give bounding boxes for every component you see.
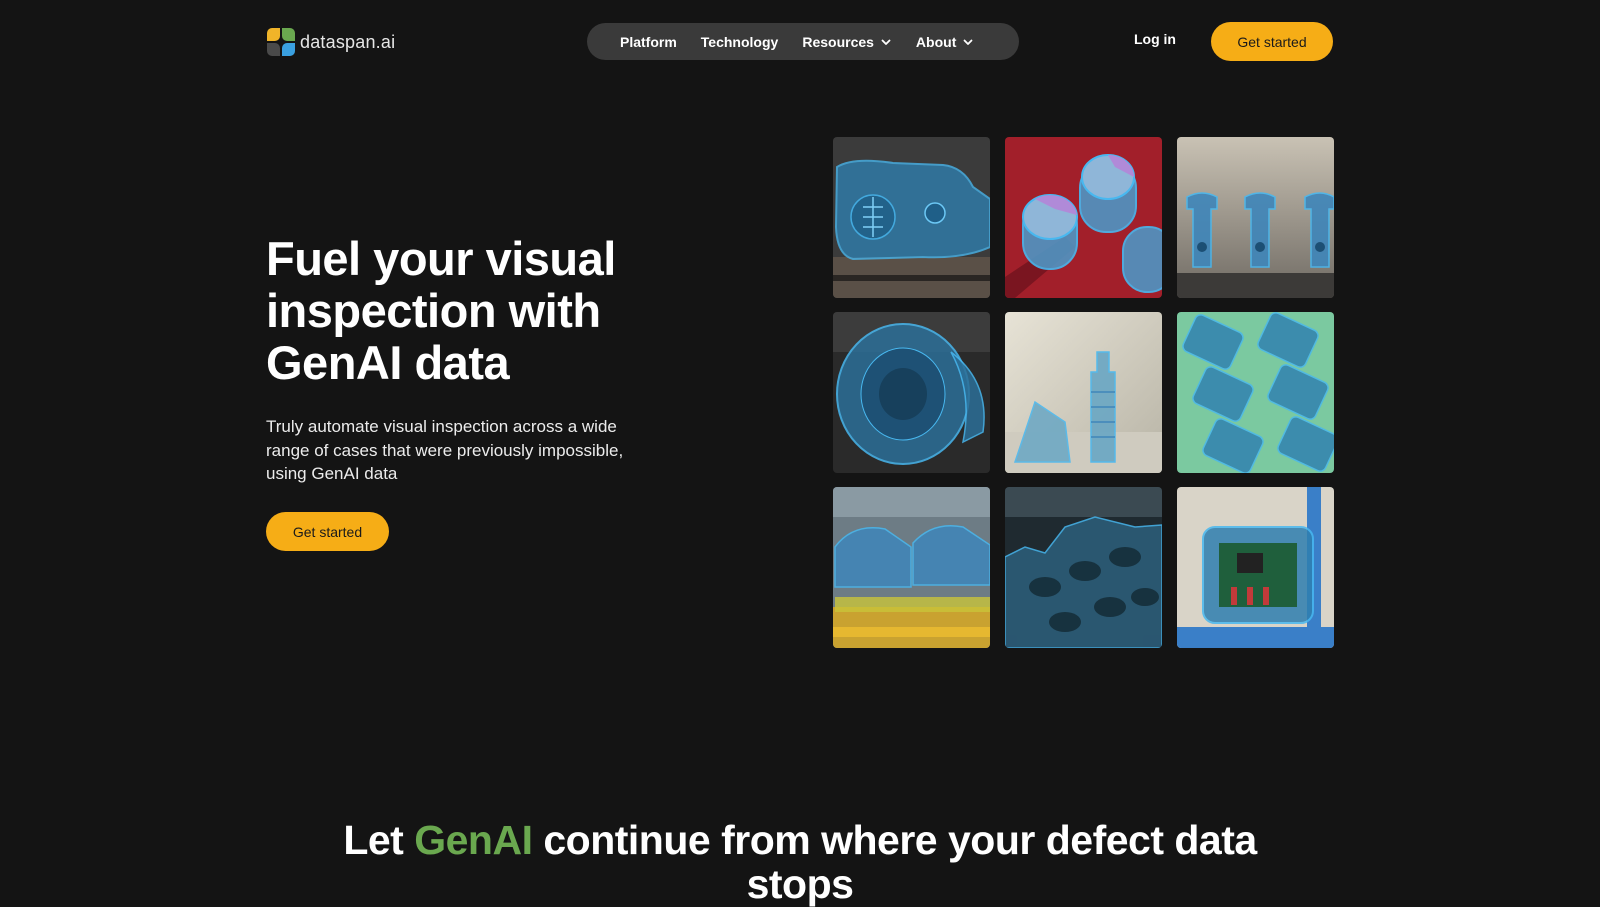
logo[interactable]: dataspan.ai — [266, 25, 395, 59]
hero-description: Truly automate visual inspection across … — [266, 417, 624, 483]
nav-item-label: Resources — [802, 33, 874, 50]
section-title-prefix: Let — [343, 817, 415, 863]
nav-item-label: About — [915, 33, 957, 50]
nav-item-about[interactable]: About — [916, 34, 974, 50]
main-nav: Platform Technology Resources About — [587, 23, 1019, 60]
image-tile-circuit-board — [1177, 487, 1334, 648]
site-header: dataspan.ai Platform Technology Resource… — [0, 0, 1600, 84]
section-title: Let GenAI continue from where your defec… — [300, 818, 1300, 906]
nav-item-resources[interactable]: Resources — [802, 34, 892, 50]
hero-get-started-button[interactable]: Get started — [266, 512, 389, 551]
section-title-suffix: continue from where your defect data sto… — [532, 817, 1257, 907]
inspection-image-grid — [833, 137, 1334, 648]
section-title-accent: GenAI — [414, 817, 533, 863]
nav-item-technology[interactable]: Technology — [701, 34, 779, 50]
image-tile-printed-gear — [1005, 312, 1162, 473]
hero-title: Fuel your visual inspection with GenAI d… — [266, 232, 616, 389]
nav-item-label: Technology — [700, 33, 779, 50]
nav-item-label: Platform — [620, 33, 677, 50]
chevron-down-icon — [963, 39, 973, 45]
header-get-started-button[interactable]: Get started — [1211, 22, 1333, 61]
image-tile-rollers — [1005, 487, 1162, 648]
image-tile-railway-bogie — [833, 137, 990, 298]
login-link[interactable]: Log in — [1134, 31, 1176, 47]
nav-item-platform[interactable]: Platform — [620, 34, 677, 50]
image-tile-car-assembly — [833, 487, 990, 648]
four-petal-logo-icon — [267, 28, 295, 56]
image-tile-green-tray-parts — [1177, 312, 1334, 473]
logo-text: dataspan.ai — [300, 31, 396, 52]
image-tile-conveyor-parts — [1177, 137, 1334, 298]
image-tile-tire — [833, 312, 990, 473]
image-tile-capacitors — [1005, 137, 1162, 298]
chevron-down-icon — [881, 39, 891, 45]
